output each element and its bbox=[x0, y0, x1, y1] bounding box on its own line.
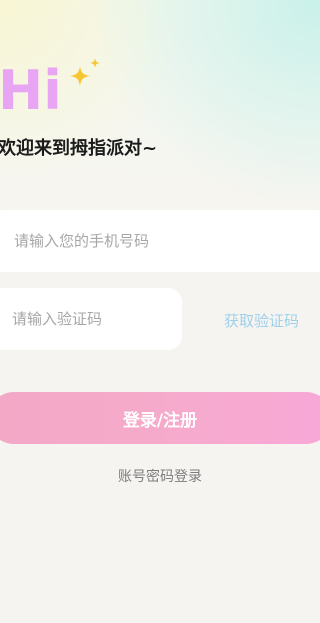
login-register-button[interactable]: 登录/注册 bbox=[0, 392, 320, 444]
phone-input[interactable] bbox=[12, 231, 320, 251]
password-login-link[interactable]: 账号密码登录 bbox=[0, 466, 320, 486]
code-input[interactable] bbox=[10, 309, 182, 329]
phone-field[interactable] bbox=[0, 210, 320, 272]
get-code-button[interactable]: 获取验证码 bbox=[224, 310, 299, 331]
greeting-text: Hi bbox=[0, 59, 62, 122]
greeting-logo: Hi bbox=[0, 58, 118, 128]
welcome-text: 欢迎来到拇指派对~ bbox=[0, 138, 158, 159]
code-field[interactable] bbox=[0, 288, 182, 350]
sparkle-icon bbox=[70, 58, 100, 86]
